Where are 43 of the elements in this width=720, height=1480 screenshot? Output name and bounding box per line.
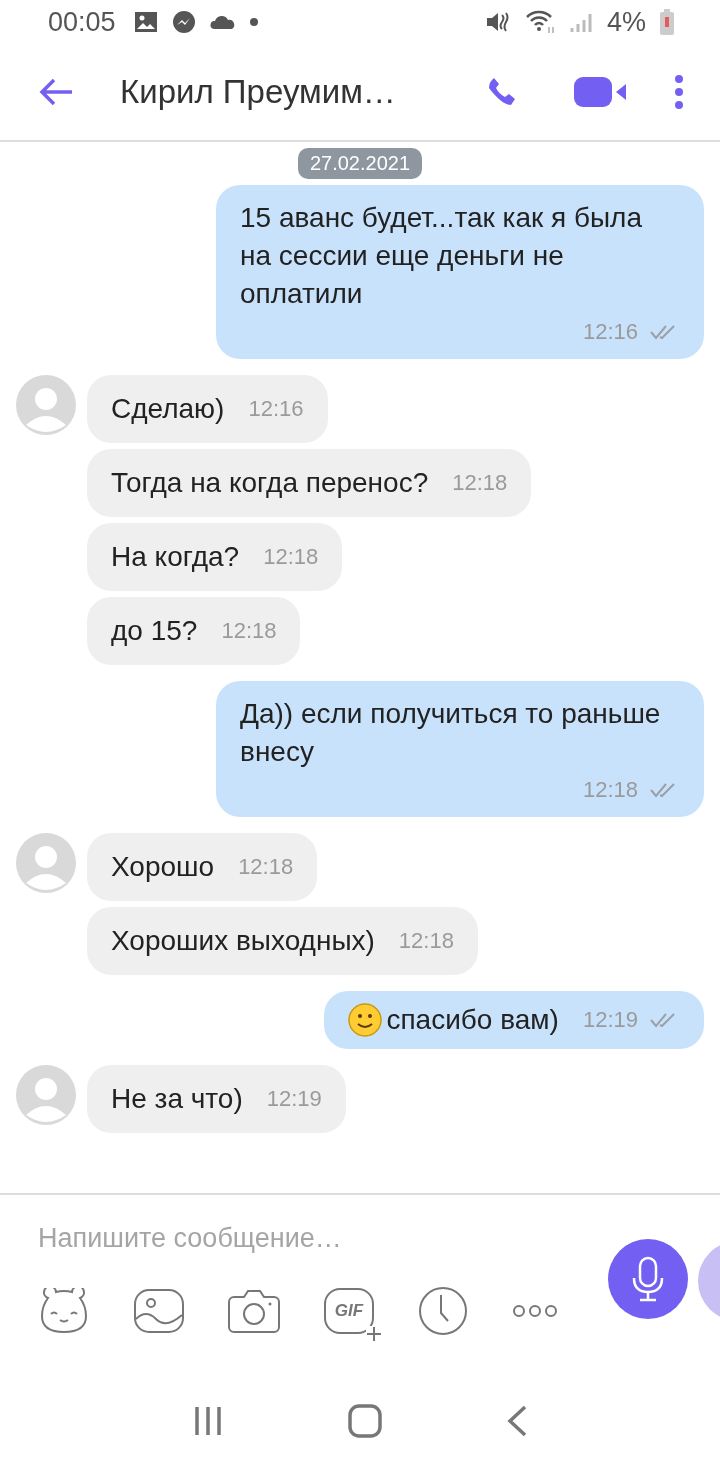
sticker-bear-icon[interactable]: [38, 1288, 90, 1335]
gallery-icon: [133, 11, 158, 34]
message-text: Не за что): [111, 1083, 243, 1116]
message-text: На когда?: [111, 541, 240, 574]
camera-icon[interactable]: [228, 1289, 280, 1334]
message-time: 12:18: [221, 618, 277, 645]
battery-icon: [660, 9, 674, 36]
image-icon[interactable]: [134, 1289, 184, 1334]
message-time: 12:19: [582, 1007, 638, 1034]
message-text: Тогда на когда перенос?: [111, 467, 429, 500]
message-text: Да)) если получиться то раньше внесу: [240, 697, 662, 770]
message-text: спасибо вам): [386, 1003, 559, 1038]
dot-icon: [249, 18, 258, 27]
more-icon[interactable]: [512, 1304, 558, 1319]
wifi-icon: [524, 9, 555, 36]
message-text: Хороших выходных): [111, 925, 375, 958]
message-text: Сделаю): [111, 393, 225, 426]
message-text: 15 аванс будет...так как я была на сессии еще деньги не оплатили: [240, 201, 643, 312]
chat-title[interactable]: Кирил Преумим…: [120, 73, 486, 112]
more-icon[interactable]: [674, 75, 684, 110]
message-time: 12:18: [398, 928, 454, 955]
message-time: 12:18: [263, 544, 319, 571]
message-text: Хорошо: [111, 851, 215, 884]
video-camera-icon[interactable]: [574, 77, 626, 108]
message-time: 12:18: [582, 777, 638, 804]
clock-icon[interactable]: [418, 1286, 468, 1337]
message-text: до 15?: [111, 615, 198, 648]
message-time: 12:18: [452, 470, 508, 497]
message-input[interactable]: Напишите сообщение…: [38, 1217, 558, 1261]
microphone-icon: [630, 1256, 666, 1303]
messenger-icon: [171, 10, 196, 35]
recent-apps-icon[interactable]: [192, 1405, 223, 1436]
back-icon[interactable]: [38, 77, 74, 108]
message-time: 12:16: [248, 396, 304, 423]
home-icon[interactable]: [348, 1403, 382, 1438]
status-time: 00:05: [48, 6, 116, 38]
message-time: 12:19: [266, 1086, 322, 1113]
cloud-icon: [209, 14, 236, 31]
back-nav-icon[interactable]: [507, 1404, 528, 1437]
message-time: 12:18: [238, 854, 294, 881]
date-badge: 27.02.2021: [297, 148, 423, 180]
battery-percent: 4%: [606, 6, 646, 38]
message-time: 12:16: [582, 319, 638, 346]
